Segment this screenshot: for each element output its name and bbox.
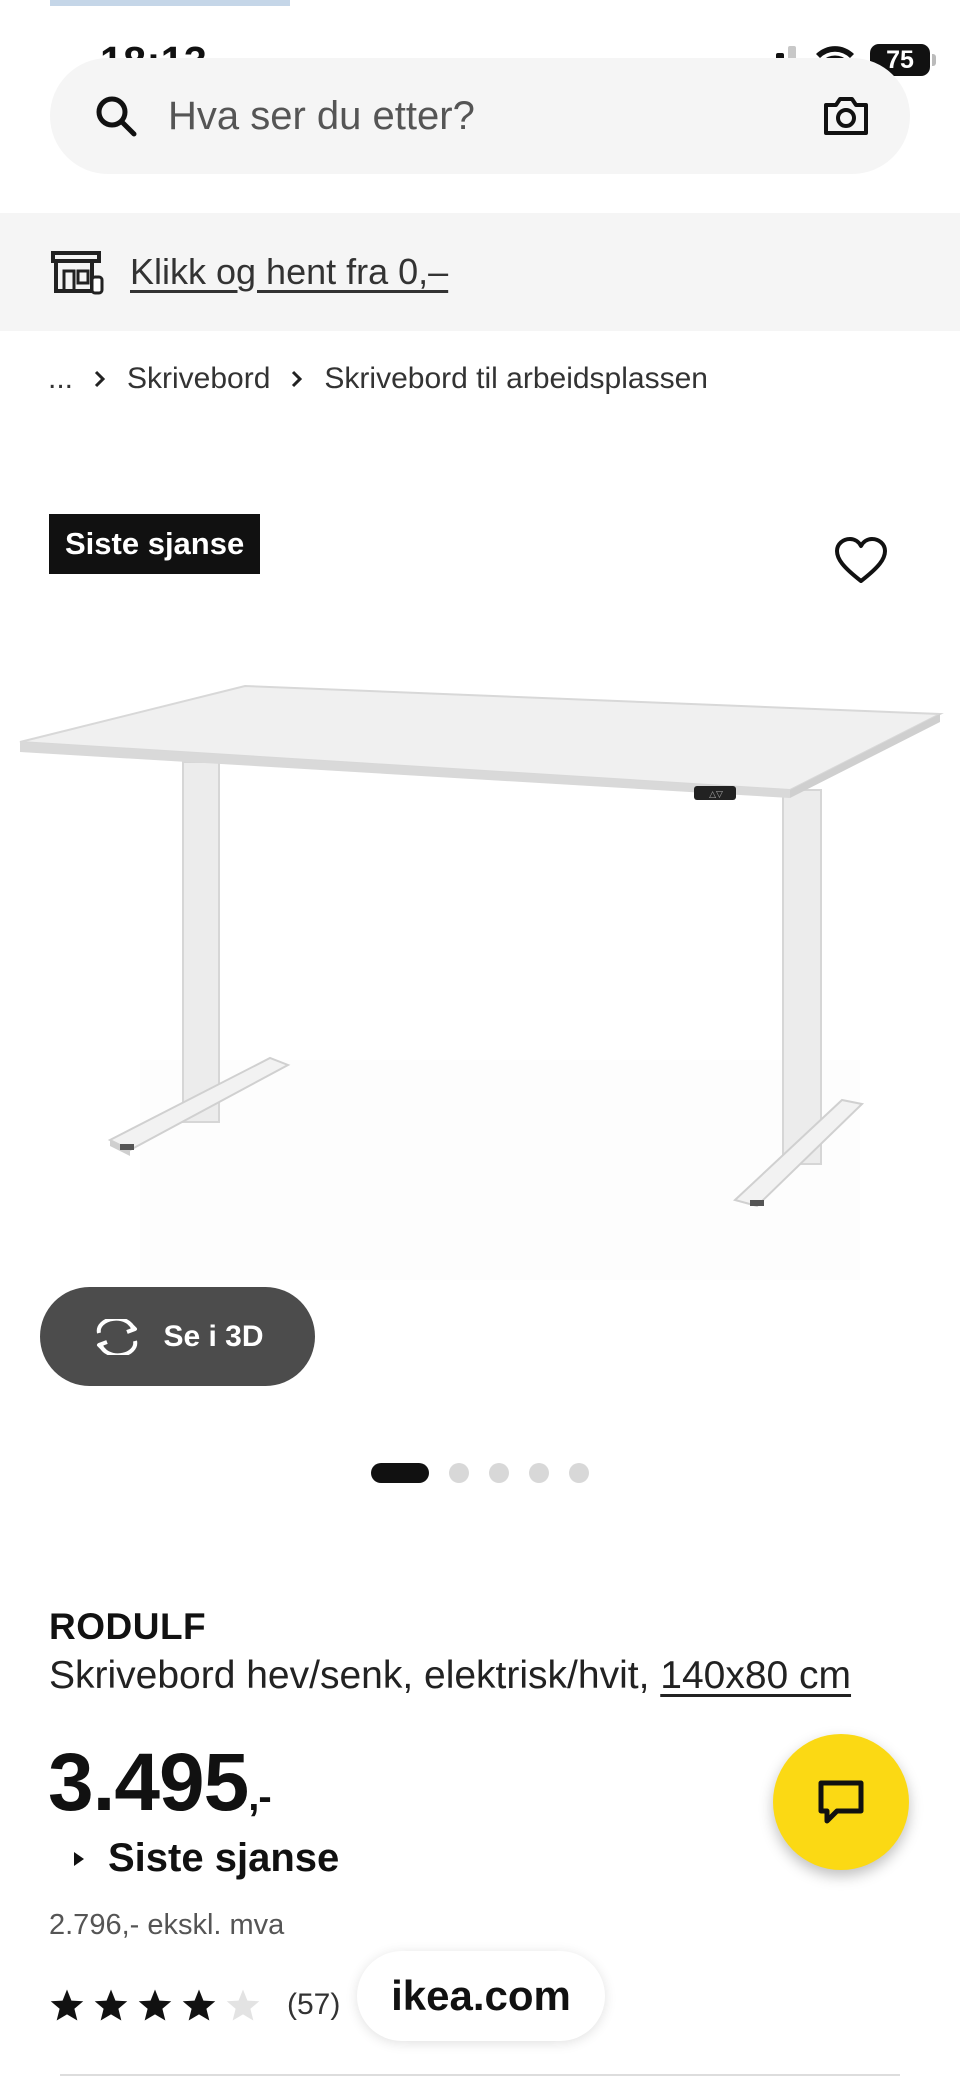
carousel-dot-4[interactable]	[529, 1463, 549, 1483]
star-filled-icon	[94, 1989, 128, 2021]
chevron-right-icon	[94, 370, 106, 388]
price-value: 3.495	[48, 1737, 249, 1828]
breadcrumb-ellipsis[interactable]: ...	[48, 362, 73, 396]
carousel-dot-2[interactable]	[449, 1463, 469, 1483]
carousel-dot-1[interactable]	[371, 1463, 429, 1483]
product-price: 3.495,-	[48, 1736, 272, 1830]
chat-icon	[818, 1780, 864, 1824]
breadcrumb-item-desks[interactable]: Skrivebord	[127, 362, 270, 396]
click-collect-link[interactable]: Klikk og hent fra 0,–	[130, 251, 448, 293]
last-chance-label: Siste sjanse	[108, 1836, 340, 1880]
breadcrumb: ... Skrivebord Skrivebord til arbeidspla…	[48, 362, 708, 396]
store-icon	[51, 251, 104, 295]
star-filled-icon	[138, 1989, 172, 2021]
product-description: Skrivebord hev/senk, elektrisk/hvit, 140…	[49, 1654, 851, 1698]
product-rating[interactable]: (57)	[49, 1988, 340, 2022]
last-chance-badge: Siste sjanse	[49, 514, 261, 574]
price-suffix: ,-	[248, 1775, 271, 1819]
heart-icon[interactable]	[833, 535, 889, 587]
browser-url-bar[interactable]: ikea.com	[357, 1951, 605, 2041]
camera-icon[interactable]	[822, 95, 870, 137]
product-size-link[interactable]: 140x80 cm	[660, 1654, 851, 1697]
star-filled-icon	[182, 1989, 216, 2021]
price-excl-vat: 2.796,- ekskl. mva	[49, 1909, 285, 1941]
search-input[interactable]	[166, 92, 822, 140]
review-count: (57)	[287, 1988, 341, 2021]
star-filled-icon	[50, 1989, 84, 2021]
search-icon	[96, 96, 137, 137]
star-empty-icon	[226, 1989, 260, 2021]
view-3d-label: Se i 3D	[163, 1319, 264, 1353]
search-bar[interactable]	[50, 58, 910, 174]
chevron-right-icon	[292, 370, 303, 388]
image-carousel-indicator	[0, 1463, 960, 1483]
rotate-3d-icon	[97, 1318, 138, 1355]
carousel-dot-5[interactable]	[569, 1463, 589, 1483]
top-accent-bar	[50, 0, 290, 6]
product-name: RODULF	[49, 1606, 207, 1647]
product-image[interactable]: △▽	[0, 660, 960, 1300]
click-collect-banner[interactable]: Klikk og hent fra 0,–	[0, 213, 960, 331]
divider	[60, 2074, 900, 2076]
caret-right-icon	[74, 1851, 84, 1866]
chat-button[interactable]	[773, 1734, 909, 1870]
product-description-text: Skrivebord hev/senk, elektrisk/hvit,	[49, 1654, 650, 1697]
svg-text:△▽: △▽	[709, 790, 723, 800]
view-3d-button[interactable]: Se i 3D	[40, 1287, 315, 1386]
carousel-dot-3[interactable]	[489, 1463, 509, 1483]
breadcrumb-item-workplace-desks[interactable]: Skrivebord til arbeidsplassen	[324, 362, 708, 396]
last-chance-toggle[interactable]: Siste sjanse	[72, 1836, 339, 1881]
